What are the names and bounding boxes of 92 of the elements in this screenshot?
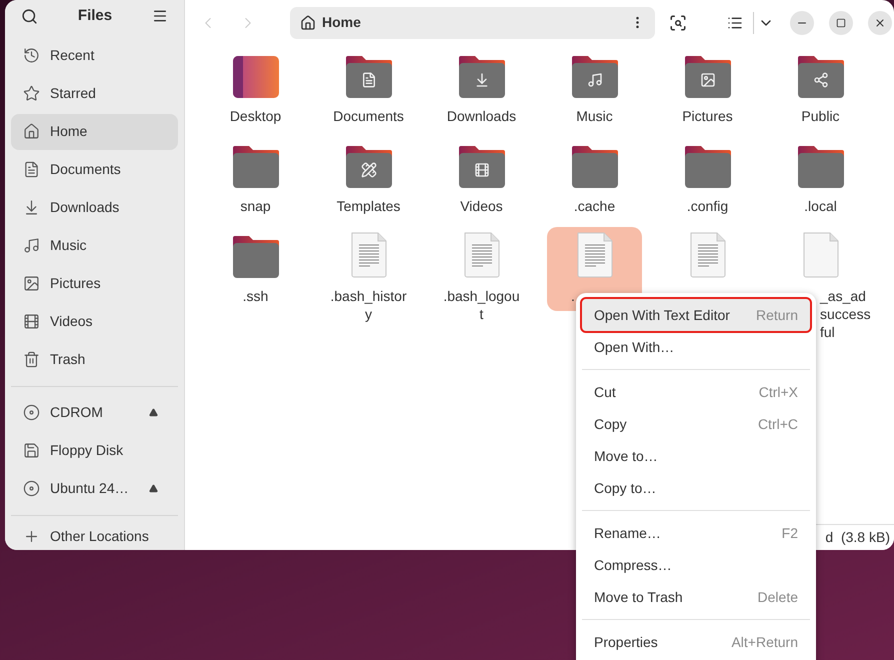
file-name: . [571, 287, 575, 305]
picture-folder-icon [684, 55, 732, 99]
image-icon [23, 275, 40, 292]
sidebar-item[interactable]: Music [11, 228, 178, 264]
menu-item[interactable]: Open With Text Editor Return [582, 299, 810, 331]
sidebar-item[interactable]: CDROM [11, 394, 178, 431]
menu-icon[interactable] [152, 8, 168, 24]
sidebar-item[interactable]: Ubuntu 24… [11, 470, 178, 507]
shortcut-label: Delete [758, 588, 798, 606]
close-icon [874, 16, 886, 28]
sidebar-item[interactable]: Pictures [11, 266, 178, 302]
text-file-icon [688, 231, 726, 279]
menu-item[interactable]: Compress… [582, 549, 810, 581]
device-label: Floppy Disk [50, 441, 124, 460]
sidebar-item[interactable]: Starred [11, 76, 178, 112]
search-icon[interactable] [21, 8, 38, 25]
download-folder-icon [458, 55, 506, 99]
document-icon [23, 161, 40, 178]
file-name: .cache [574, 197, 616, 215]
device-label: CDROM [50, 403, 104, 422]
eject-icon[interactable] [149, 484, 158, 494]
disc-icon [23, 480, 40, 498]
menu-item[interactable]: Copy Ctrl+C [582, 408, 810, 440]
file-name: snap [240, 197, 271, 215]
menu-item[interactable]: Rename… F2 [582, 517, 810, 549]
shortcut-label: Alt+Return [731, 632, 798, 652]
document-folder-icon [344, 55, 392, 99]
menu-item[interactable]: Open With… [582, 331, 810, 363]
maximize-button[interactable] [829, 10, 853, 34]
window-title: Files [78, 6, 112, 26]
file-name: Templates [336, 197, 400, 215]
share-folder-icon [796, 55, 844, 99]
file-name: Downloads [446, 107, 516, 125]
music-folder-icon [570, 55, 618, 99]
file-name: .ssh [242, 287, 268, 305]
shortcut-label: Ctrl+C [758, 414, 798, 434]
trash-icon [23, 351, 40, 368]
path-label: Home [322, 13, 362, 32]
list-view-icon[interactable] [727, 14, 743, 30]
eject-icon[interactable] [149, 408, 158, 418]
folder-icon [684, 145, 732, 189]
file-name: Pictures [682, 107, 733, 125]
video-folder-icon [458, 145, 506, 189]
folder-icon [570, 145, 618, 189]
sidebar-item[interactable]: Trash [11, 342, 178, 378]
folder-icon [232, 145, 280, 189]
file-name: Videos [460, 197, 503, 215]
menu-item[interactable]: Cut Ctrl+X [582, 376, 810, 408]
file-name: .config [686, 197, 728, 215]
menu-item[interactable]: Copy to… [582, 472, 810, 504]
sidebar-item[interactable]: Videos [11, 304, 178, 340]
shortcut-label: Return [756, 306, 798, 324]
sidebar-item[interactable]: Floppy Disk [11, 432, 178, 469]
file-name: Documents [333, 107, 404, 125]
music-note-icon [23, 237, 40, 254]
text-file-icon [576, 231, 614, 279]
folder-icon [796, 145, 844, 189]
folder-icon [232, 235, 280, 279]
home-icon [23, 123, 40, 140]
star-icon [23, 85, 40, 102]
sidebar-item[interactable]: Documents [11, 152, 178, 188]
menu-item[interactable]: Properties Alt+Return [582, 626, 810, 658]
file-name: .bash_logou t [443, 287, 520, 323]
menu-item[interactable]: Move to Trash Delete [582, 581, 810, 613]
desktop-folder-icon [232, 55, 280, 99]
menu-item[interactable]: Move to… [582, 440, 810, 472]
text-file-icon [350, 231, 388, 279]
maximize-icon [836, 18, 846, 28]
sidebar-item[interactable]: Downloads [11, 190, 178, 226]
download-icon [23, 199, 40, 216]
sidebar-item[interactable]: Recent [11, 38, 178, 74]
file-name: Public [801, 107, 840, 125]
file-name: .local [804, 197, 837, 215]
sidebar-item[interactable]: Home [11, 114, 178, 150]
file-name: _as_ad success ful [820, 287, 871, 341]
film-icon [23, 313, 40, 330]
home-icon [300, 14, 316, 30]
close-button[interactable] [868, 10, 892, 34]
file-name: .bash_histor y [330, 287, 407, 323]
template-folder-icon [344, 145, 392, 189]
text-file-icon [462, 231, 500, 279]
blank-file-icon [802, 231, 840, 279]
disc-icon [23, 404, 40, 422]
shortcut-label: F2 [782, 524, 798, 542]
sidebar-item[interactable]: Other Locations [11, 524, 178, 550]
shortcut-label: Ctrl+X [758, 382, 798, 402]
search-icon[interactable] [669, 14, 687, 32]
device-label: Ubuntu 24… [50, 479, 130, 498]
file-name: Desktop [230, 107, 282, 125]
file-name: Music [576, 107, 613, 125]
history-icon [23, 47, 40, 64]
path-bar[interactable]: Home [290, 6, 655, 38]
